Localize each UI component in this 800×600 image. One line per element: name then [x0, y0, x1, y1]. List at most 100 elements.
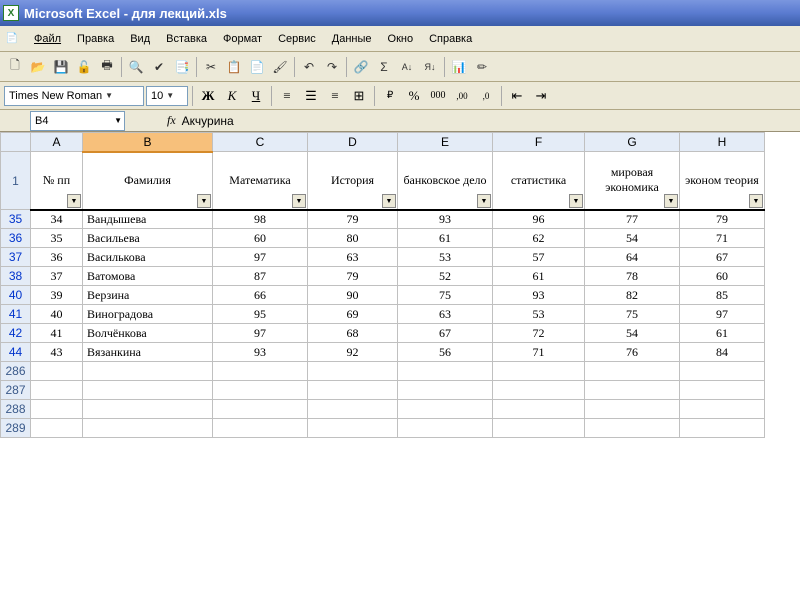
cell[interactable]: 39	[31, 286, 83, 305]
cell[interactable]	[213, 362, 308, 381]
cell[interactable]: 84	[680, 343, 765, 362]
cell[interactable]	[493, 419, 585, 438]
align-left-icon[interactable]: ≡	[276, 85, 298, 107]
cell[interactable]	[308, 381, 398, 400]
menu-help[interactable]: Справка	[421, 31, 480, 47]
row-header[interactable]: 289	[1, 419, 31, 438]
cell[interactable]: 97	[213, 248, 308, 267]
cell[interactable]: 67	[398, 324, 493, 343]
cell[interactable]: 96	[493, 210, 585, 229]
cell[interactable]: 93	[398, 210, 493, 229]
cell[interactable]	[398, 362, 493, 381]
cell[interactable]	[83, 419, 213, 438]
col-header-F[interactable]: F	[493, 133, 585, 152]
cell[interactable]: 71	[680, 229, 765, 248]
cell[interactable]: 60	[680, 267, 765, 286]
decrease-indent-icon[interactable]: ⇤	[506, 85, 528, 107]
cell[interactable]: Ватомова	[83, 267, 213, 286]
row-header[interactable]: 40	[1, 286, 31, 305]
menu-file[interactable]: Файл	[26, 31, 69, 47]
select-all-corner[interactable]	[1, 133, 31, 152]
cell[interactable]: 41	[31, 324, 83, 343]
cell[interactable]: 43	[31, 343, 83, 362]
undo-icon[interactable]: ↶	[298, 56, 320, 78]
cell[interactable]: 76	[585, 343, 680, 362]
cell[interactable]: 40	[31, 305, 83, 324]
cell[interactable]: 53	[398, 248, 493, 267]
new-icon[interactable]: 🗋	[4, 56, 26, 78]
cell[interactable]	[398, 400, 493, 419]
cell[interactable]: 95	[213, 305, 308, 324]
cell[interactable]: 97	[213, 324, 308, 343]
cell[interactable]: 82	[585, 286, 680, 305]
formula-bar-value[interactable]: Акчурина	[182, 114, 234, 128]
row-header[interactable]: 287	[1, 381, 31, 400]
fx-icon[interactable]: fx	[167, 113, 176, 128]
cell[interactable]: 79	[308, 267, 398, 286]
redo-icon[interactable]: ↷	[321, 56, 343, 78]
cell[interactable]	[680, 419, 765, 438]
cell[interactable]: 57	[493, 248, 585, 267]
cell[interactable]	[398, 419, 493, 438]
print-preview-icon[interactable]: 🔍	[125, 56, 147, 78]
cell[interactable]: Вязанкина	[83, 343, 213, 362]
name-box[interactable]: B4 ▼	[30, 111, 125, 131]
row-header[interactable]: 41	[1, 305, 31, 324]
cell[interactable]	[83, 400, 213, 419]
header-cell[interactable]: банковское дело ▼	[398, 152, 493, 210]
cell[interactable]	[31, 400, 83, 419]
paste-icon[interactable]: 📄	[246, 56, 268, 78]
cell[interactable]: Виноградова	[83, 305, 213, 324]
col-header-C[interactable]: C	[213, 133, 308, 152]
cell[interactable]: 78	[585, 267, 680, 286]
header-cell[interactable]: статистика ▼	[493, 152, 585, 210]
print-icon[interactable]: 🖶	[96, 56, 118, 78]
menu-window[interactable]: Окно	[380, 31, 422, 47]
row-header[interactable]: 37	[1, 248, 31, 267]
menu-edit[interactable]: Правка	[69, 31, 122, 47]
cell[interactable]: 66	[213, 286, 308, 305]
cell[interactable]	[308, 362, 398, 381]
cell[interactable]	[585, 381, 680, 400]
row-header[interactable]: 286	[1, 362, 31, 381]
sort-desc-icon[interactable]: Я↓	[419, 56, 441, 78]
cell[interactable]: 61	[680, 324, 765, 343]
chart-icon[interactable]: 📊	[448, 56, 470, 78]
research-icon[interactable]: 📑	[171, 56, 193, 78]
row-header[interactable]: 42	[1, 324, 31, 343]
cell[interactable]: 92	[308, 343, 398, 362]
cell[interactable]: 75	[585, 305, 680, 324]
cell[interactable]: 60	[213, 229, 308, 248]
cell[interactable]: 63	[308, 248, 398, 267]
filter-arrow-icon[interactable]: ▼	[749, 194, 763, 208]
cell[interactable]: 37	[31, 267, 83, 286]
cut-icon[interactable]: ✂	[200, 56, 222, 78]
row-header-1[interactable]: 1	[1, 152, 31, 210]
cell[interactable]	[680, 400, 765, 419]
menu-tools[interactable]: Сервис	[270, 31, 324, 47]
cell[interactable]	[31, 381, 83, 400]
header-cell[interactable]: Фамилия ▼	[83, 152, 213, 210]
cell[interactable]: 56	[398, 343, 493, 362]
cell[interactable]: 62	[493, 229, 585, 248]
menu-data[interactable]: Данные	[324, 31, 380, 47]
header-cell[interactable]: Математика ▼	[213, 152, 308, 210]
col-header-E[interactable]: E	[398, 133, 493, 152]
menu-insert[interactable]: Вставка	[158, 31, 215, 47]
cell[interactable]	[585, 400, 680, 419]
spelling-icon[interactable]: ✔	[148, 56, 170, 78]
bold-button[interactable]: Ж	[197, 85, 219, 107]
cell[interactable]: 53	[493, 305, 585, 324]
cell[interactable]: 90	[308, 286, 398, 305]
row-header[interactable]: 36	[1, 229, 31, 248]
cell[interactable]	[31, 419, 83, 438]
open-icon[interactable]: 📂	[27, 56, 49, 78]
cell[interactable]: 97	[680, 305, 765, 324]
filter-arrow-icon[interactable]: ▼	[382, 194, 396, 208]
filter-arrow-icon[interactable]: ▼	[477, 194, 491, 208]
cell[interactable]: 54	[585, 324, 680, 343]
cell[interactable]: Верзина	[83, 286, 213, 305]
cell[interactable]: 61	[493, 267, 585, 286]
merge-center-icon[interactable]: ⊞	[348, 85, 370, 107]
cell[interactable]: 98	[213, 210, 308, 229]
